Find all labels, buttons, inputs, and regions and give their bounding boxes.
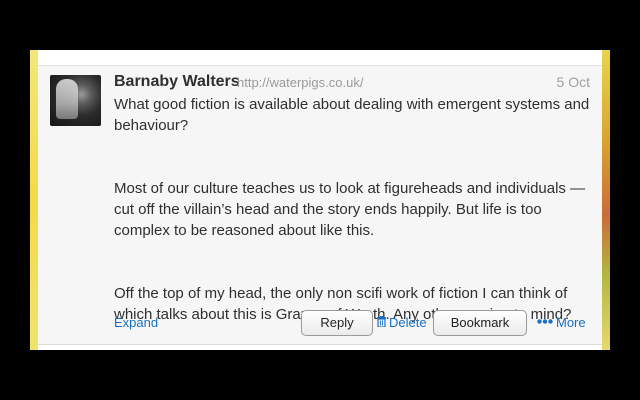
post-paragraph: Most of our culture teaches us to look a… bbox=[114, 180, 586, 239]
avatar[interactable] bbox=[50, 75, 101, 126]
background-left-edge bbox=[30, 50, 38, 350]
author-name[interactable]: Barnaby Walters bbox=[114, 73, 240, 91]
more-button[interactable]: More bbox=[537, 315, 586, 330]
reply-button-label: Reply bbox=[320, 315, 354, 330]
timeline-window: Barnaby Walters http://waterpigs.co.uk/ … bbox=[30, 50, 610, 350]
post-actions: Expand Reply Delete Bookmark More bbox=[38, 310, 602, 340]
background-right-edge bbox=[602, 50, 610, 350]
avatar-photo bbox=[56, 79, 78, 119]
more-label: More bbox=[556, 315, 586, 330]
post-body: What good fiction is available about dea… bbox=[114, 94, 594, 325]
delete-button[interactable]: Delete bbox=[377, 315, 427, 330]
delete-label: Delete bbox=[389, 315, 427, 330]
author-url[interactable]: http://waterpigs.co.uk/ bbox=[237, 75, 363, 90]
ellipsis-icon bbox=[537, 319, 553, 324]
bookmark-button[interactable]: Bookmark bbox=[433, 310, 527, 336]
bookmark-button-label: Bookmark bbox=[450, 315, 510, 330]
trash-icon bbox=[377, 316, 386, 328]
post-paragraph: What good fiction is available about dea… bbox=[114, 96, 590, 134]
post-card[interactable]: Barnaby Walters http://waterpigs.co.uk/ … bbox=[38, 65, 602, 345]
post-date[interactable]: 5 Oct bbox=[557, 74, 590, 90]
expand-link[interactable]: Expand bbox=[114, 315, 158, 330]
post-header: Barnaby Walters http://waterpigs.co.uk/ … bbox=[114, 73, 594, 95]
reply-button[interactable]: Reply bbox=[301, 310, 373, 336]
